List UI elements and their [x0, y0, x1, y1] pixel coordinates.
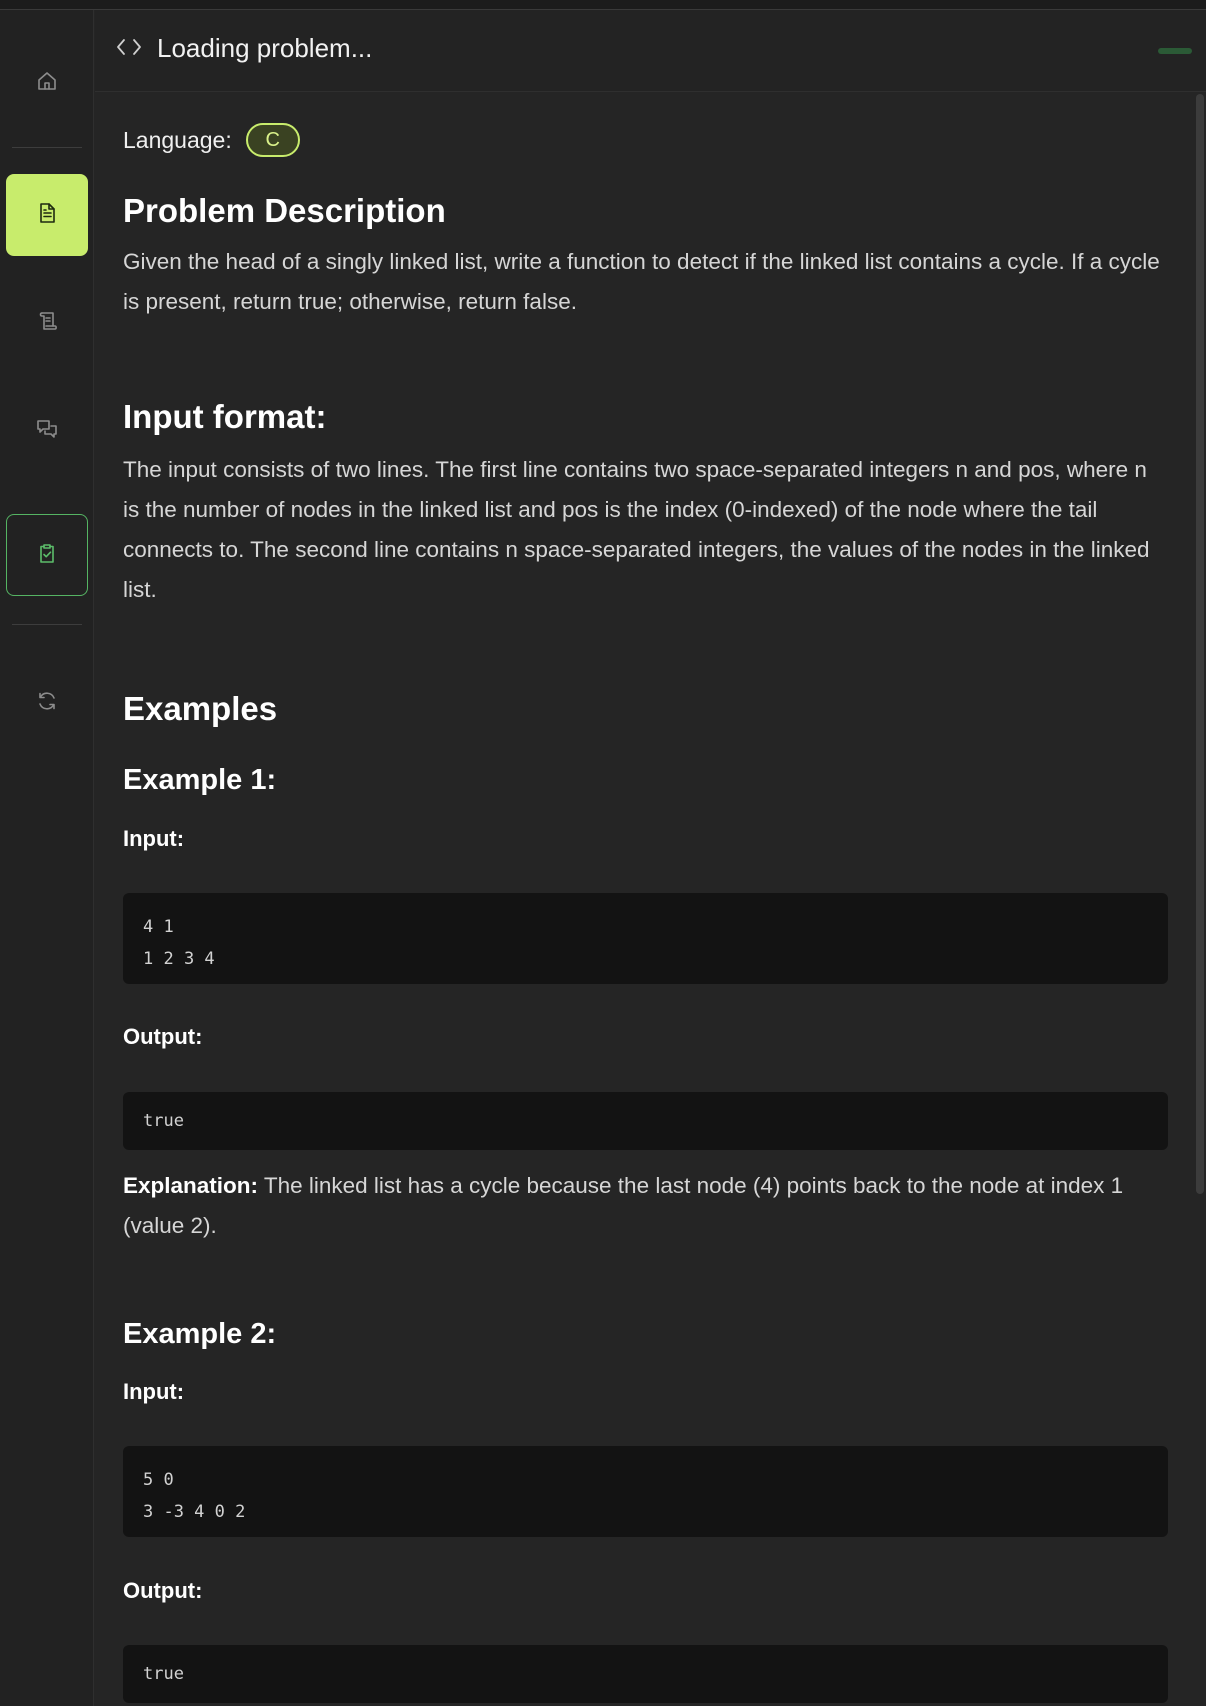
example-title: Example 1:	[123, 764, 277, 796]
chat-icon	[35, 417, 59, 446]
example-title: Example 2:	[123, 1318, 277, 1350]
sidebar-divider	[12, 147, 82, 148]
sidebar-item-editorial[interactable]	[6, 282, 88, 364]
sidebar	[0, 10, 94, 1706]
example-output-code: true	[123, 1645, 1168, 1703]
explanation-label: Explanation:	[123, 1173, 259, 1198]
code-line: true	[143, 1664, 184, 1684]
example-input-code: 5 0 3 -3 4 0 2	[123, 1446, 1168, 1537]
window-top-strip	[0, 0, 1206, 10]
page-title: Loading problem...	[157, 33, 373, 63]
code-line: true	[143, 1111, 184, 1131]
code-line: 3 -3 4 0 2	[143, 1502, 246, 1522]
input-format-heading: Input format:	[123, 398, 327, 435]
scrollbar[interactable]	[1196, 94, 1204, 1194]
example-output-label: Output:	[123, 1024, 203, 1049]
refresh-icon	[35, 689, 59, 718]
input-format-text: The input consists of two lines. The fir…	[123, 457, 1150, 602]
language-row: Language: C	[123, 122, 300, 158]
code-brackets-icon	[115, 37, 143, 57]
example-output-code: true	[123, 1092, 1168, 1150]
scroll-icon	[35, 309, 59, 338]
sidebar-item-refresh[interactable]	[6, 662, 88, 744]
sidebar-item-discussion[interactable]	[6, 390, 88, 472]
sidebar-item-description[interactable]	[6, 174, 88, 256]
language-badge[interactable]: C	[245, 123, 300, 157]
examples-heading: Examples	[123, 690, 278, 727]
example-input-label: Input:	[123, 1379, 185, 1404]
document-icon	[35, 201, 59, 230]
code-line: 5 0	[143, 1470, 174, 1490]
language-label: Language:	[123, 126, 232, 153]
description-heading: Problem Description	[123, 192, 446, 229]
code-line: 1 2 3 4	[143, 949, 215, 969]
code-line: 4 1	[143, 917, 174, 937]
sidebar-item-submissions[interactable]	[6, 514, 88, 596]
example-explanation: Explanation: The linked list has a cycle…	[123, 1166, 1168, 1246]
example-input-code: 4 1 1 2 3 4	[123, 893, 1168, 984]
sidebar-item-home[interactable]	[6, 42, 88, 124]
explanation-text: The linked list has a cycle because the …	[123, 1173, 1124, 1238]
example-input-label: Input:	[123, 826, 185, 851]
problem-header: Loading problem...	[95, 10, 1206, 92]
loading-indicator	[1158, 48, 1192, 54]
description-text: Given the head of a singly linked list, …	[123, 249, 1160, 314]
sidebar-divider	[12, 624, 82, 625]
example-output-label: Output:	[123, 1578, 203, 1603]
home-icon	[35, 69, 59, 98]
clipboard-check-icon	[35, 541, 59, 570]
